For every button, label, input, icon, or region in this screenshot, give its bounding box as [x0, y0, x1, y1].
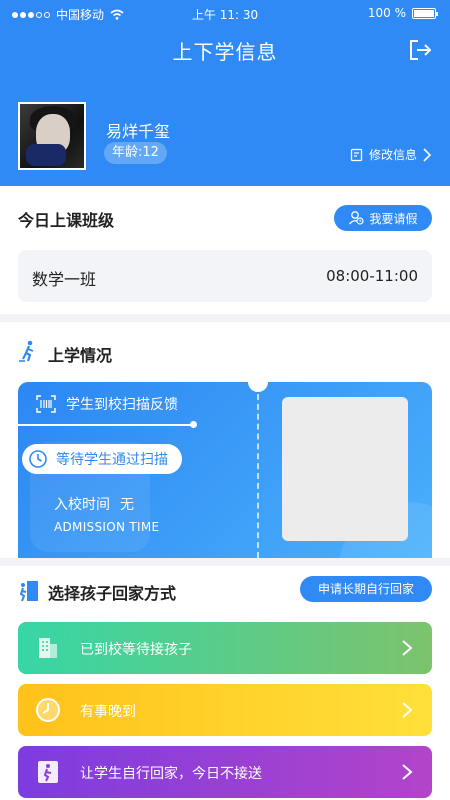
building-icon — [39, 638, 57, 658]
leave-icon — [349, 211, 365, 225]
walking-person-icon — [19, 340, 34, 362]
admission-time-en: ADMISSION TIME — [54, 520, 160, 534]
exit-door-icon — [38, 761, 58, 783]
battery-percent: 100 % — [367, 6, 406, 20]
option-label: 有事晚到 — [80, 704, 136, 720]
edit-info-label: 修改信息 — [368, 148, 417, 162]
class-row[interactable]: 数学一班 08:00-11:00 — [18, 250, 432, 302]
page-title: 上下学信息 — [172, 40, 278, 64]
status-bar: 中国移动 上午 11: 30 100 % — [0, 0, 450, 26]
attendance-title: 上学情况 — [48, 346, 113, 365]
logout-icon[interactable] — [406, 36, 434, 64]
avatar — [18, 102, 86, 170]
chevron-right-icon — [402, 764, 413, 780]
class-time: 08:00-11:00 — [326, 267, 418, 285]
chevron-right-icon — [402, 640, 413, 656]
go-home-title: 选择孩子回家方式 — [48, 584, 177, 603]
edit-info-button[interactable]: 修改信息 — [350, 146, 432, 163]
go-home-section: 选择孩子回家方式 申请长期自行回家 已到校等待接孩子 有事晚到 让学生自行回家，… — [0, 566, 450, 800]
chevron-right-icon — [423, 147, 432, 162]
waiting-scan-label: 等待学生通过扫描 — [56, 452, 168, 468]
option-label: 让学生自行回家，今日不接送 — [80, 766, 262, 782]
battery-icon — [412, 7, 438, 19]
scan-underline-dot — [190, 421, 197, 428]
request-leave-label: 我要请假 — [369, 211, 418, 226]
option-label: 已到校等待接孩子 — [80, 642, 192, 658]
option-late[interactable]: 有事晚到 — [18, 684, 432, 736]
profile-header: 上下学信息 易烊千玺 年龄:12 修改信息 — [0, 26, 450, 186]
barcode-icon — [36, 395, 56, 413]
scan-feedback-label: 学生到校扫描反馈 — [66, 397, 178, 413]
clock-icon — [36, 698, 60, 722]
user-name: 易烊千玺 — [106, 122, 171, 141]
today-class-title: 今日上课班级 — [18, 211, 115, 230]
request-leave-button[interactable]: 我要请假 — [334, 205, 432, 231]
waiting-scan-status: 等待学生通过扫描 — [22, 444, 182, 474]
long-term-self-home-button[interactable]: 申请长期自行回家 — [300, 576, 432, 602]
option-arrived-waiting[interactable]: 已到校等待接孩子 — [18, 622, 432, 674]
option-self-home[interactable]: 让学生自行回家，今日不接送 — [18, 746, 432, 798]
attendance-ticket: 学生到校扫描反馈 等待学生通过扫描 入校时间无 ADMISSION TIME — [18, 382, 432, 558]
admission-time: 入校时间无 — [54, 494, 134, 514]
door-exit-icon — [19, 581, 38, 602]
scan-feedback-row: 学生到校扫描反馈 — [36, 394, 178, 414]
scan-underline — [18, 424, 194, 426]
class-name: 数学一班 — [32, 270, 97, 289]
attendance-section: 上学情况 学生到校扫描反馈 等待学生通过扫描 入校时间无 ADMISSION T… — [0, 322, 450, 558]
admission-time-value: 无 — [120, 497, 134, 513]
edit-icon — [350, 148, 363, 161]
admission-time-label: 入校时间 — [54, 497, 110, 513]
age-badge: 年龄:12 — [104, 142, 167, 164]
ticket-notch — [248, 382, 268, 392]
today-class-section: 今日上课班级 我要请假 数学一班 08:00-11:00 — [0, 186, 450, 314]
chevron-right-icon — [402, 702, 413, 718]
qr-code-placeholder — [282, 397, 408, 541]
ticket-divider — [257, 394, 259, 558]
status-right: 100 % — [367, 6, 438, 20]
clock-icon — [29, 450, 47, 468]
